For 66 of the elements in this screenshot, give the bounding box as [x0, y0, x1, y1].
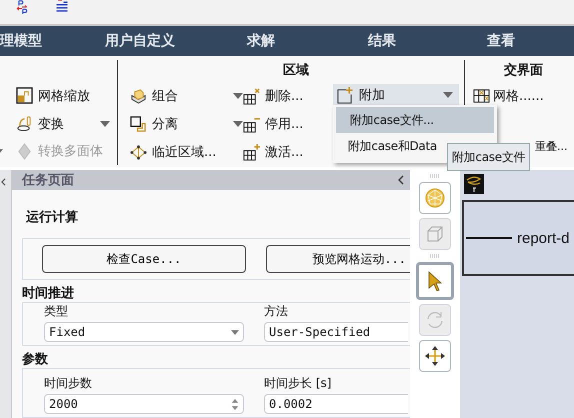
ribbon-button[interactable]: 激活...	[243, 138, 333, 166]
add-page-icon	[337, 86, 354, 104]
list-icon[interactable]	[54, 0, 70, 14]
scale-icon	[16, 87, 33, 104]
caret-icon	[233, 121, 243, 127]
grip-icon	[429, 174, 441, 178]
grid-icon	[473, 88, 490, 104]
panel-title: 任务页面	[22, 172, 74, 189]
collapse-icon[interactable]	[398, 175, 404, 185]
group-title: 区域	[282, 62, 310, 80]
transform-icon	[16, 115, 33, 132]
type-dropdown[interactable]: Fixed	[44, 322, 244, 342]
ribbon-button[interactable]: 组合	[130, 82, 243, 110]
sphere-mesh-icon	[425, 188, 445, 208]
ribbon-button[interactable]: 停用...	[243, 110, 333, 138]
section-heading: 运行计算	[26, 209, 79, 226]
caret-icon	[100, 120, 110, 126]
menu-tab[interactable]: 查看	[487, 32, 515, 50]
move-arrows-icon	[425, 346, 445, 366]
grip-icon	[429, 254, 441, 258]
check-case-button[interactable]: 检查Case...	[42, 245, 246, 273]
logo-icon	[464, 174, 484, 194]
grid-icon	[243, 144, 260, 160]
menu-tab[interactable]: 理模型	[0, 32, 105, 50]
grid-icon	[243, 116, 260, 132]
rotate-icon	[425, 310, 445, 330]
group-title: 交界面	[504, 62, 543, 80]
menu-tab[interactable]: 结果	[368, 32, 487, 50]
field-label: 方法	[264, 303, 289, 320]
group-heading: 时间推进	[22, 285, 75, 302]
caret-icon	[231, 330, 239, 334]
ribbon-button[interactable]: 网格......	[493, 87, 544, 105]
ribbon-button[interactable]: 临近区域...	[130, 138, 243, 166]
caret-icon	[233, 93, 243, 99]
cube-icon	[425, 224, 445, 244]
field-label: 类型	[44, 303, 69, 320]
ribbon-button[interactable]: 删除...	[243, 82, 333, 110]
caret-icon	[443, 92, 453, 98]
ribbon-button[interactable]: 变换	[16, 110, 110, 138]
step-size-field[interactable]: 0.0002	[264, 394, 408, 414]
swap-icon[interactable]	[14, 0, 30, 14]
legend-label: report-d	[517, 230, 570, 246]
method-dropdown[interactable]: User-Specified	[264, 322, 408, 342]
chevron-icon[interactable]	[1, 178, 6, 186]
menu-tab[interactable]: 用户自定义	[105, 32, 247, 50]
preview-button[interactable]: 预览网格运动...	[266, 245, 410, 273]
steps-spinner[interactable]: 2000	[44, 394, 244, 414]
spinner-arrows-icon[interactable]	[231, 398, 239, 410]
ribbon-button[interactable]: 分离	[130, 110, 243, 138]
field-label: 时间步数	[44, 375, 93, 392]
ribbon-button[interactable]: 网格缩放	[16, 82, 110, 110]
field-label: 时间步长 [s]	[264, 375, 332, 392]
ribbon-button[interactable]: 附加	[333, 84, 459, 106]
menu-tab[interactable]: 求解	[247, 32, 368, 50]
view-tool-button[interactable]	[416, 262, 454, 300]
graph-icon	[130, 144, 147, 160]
grid-icon	[243, 88, 260, 104]
diamond-icon	[16, 142, 33, 160]
ribbon-button[interactable]: 重叠...	[535, 138, 568, 154]
cube-icon	[130, 88, 147, 104]
legend-line-icon	[466, 237, 512, 239]
separate-icon	[130, 116, 147, 132]
menu-item[interactable]: 附加case文件...	[336, 107, 494, 133]
tooltip: 附加case文件	[447, 143, 530, 171]
view-tool-button[interactable]	[419, 340, 451, 372]
group-heading: 参数	[22, 351, 49, 368]
